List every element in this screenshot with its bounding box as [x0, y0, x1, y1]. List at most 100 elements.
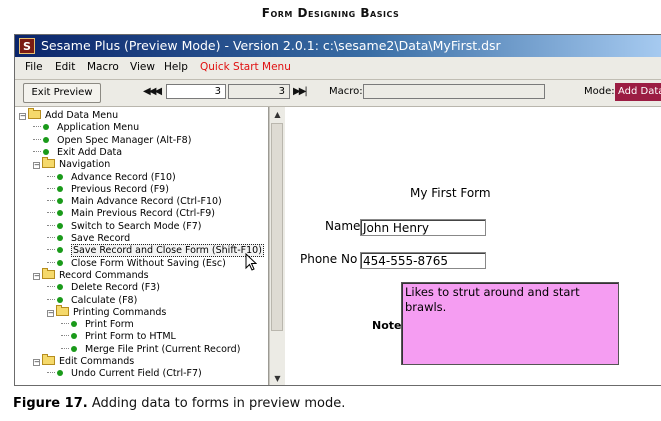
tree-connector	[47, 212, 55, 214]
bullet-icon	[43, 136, 49, 143]
tree-item[interactable]: Save Record and Close Form (Shift-F10)	[47, 244, 264, 258]
tree-connector	[47, 200, 55, 202]
bullet-icon	[57, 222, 63, 229]
tree-connector	[33, 126, 41, 128]
bullet-icon	[43, 148, 49, 155]
menu-quick-start[interactable]: Quick Start Menu	[200, 61, 291, 73]
tree-item[interactable]: Merge File Print (Current Record)	[61, 344, 240, 356]
tree-item[interactable]: Application Menu	[33, 122, 139, 134]
tree-scrollbar[interactable]: ▲ ▼	[269, 107, 285, 385]
title-bar[interactable]: S Sesame Plus (Preview Mode) - Version 2…	[15, 35, 661, 57]
tree-item[interactable]: Close Form Without Saving (Esc)	[47, 258, 226, 270]
app-icon[interactable]: S	[19, 38, 35, 54]
quick-start-tree: − Add Data Menu Application Menu Open Spec …	[15, 107, 269, 385]
tree-folder[interactable]: − Record Commands	[33, 267, 149, 282]
collapse-icon[interactable]: −	[33, 272, 40, 280]
tree-connector	[61, 347, 69, 349]
tree-connector	[47, 237, 55, 238]
folder-icon	[42, 267, 55, 279]
menu-quick-start-label: Quick Start Menu	[200, 61, 291, 73]
menu-file[interactable]: File	[25, 61, 43, 73]
tree-connector	[47, 187, 55, 189]
menu-view[interactable]: View	[130, 61, 155, 73]
scroll-thumb[interactable]	[271, 123, 283, 331]
app-window: S Sesame Plus (Preview Mode) - Version 2…	[14, 34, 661, 386]
collapse-icon[interactable]: −	[47, 309, 54, 317]
current-record-field[interactable]: 3	[166, 84, 226, 99]
collapse-icon[interactable]: −	[19, 113, 26, 120]
bullet-icon	[57, 247, 63, 254]
tree-item-label: Printing Commands	[73, 306, 167, 318]
menu-file-label: File	[25, 61, 43, 73]
tree-item[interactable]: Delete Record (F3)	[47, 282, 160, 294]
tree-item[interactable]: Save Record	[47, 233, 130, 245]
exit-preview-button[interactable]: Exit Preview	[23, 83, 101, 103]
mode-label: Mode:	[584, 86, 615, 97]
collapse-icon[interactable]: −	[33, 162, 40, 170]
tree-item-label: Save Record and Close Form (Shift-F10)	[71, 244, 264, 258]
tree-item-label: Calculate (F8)	[71, 294, 138, 306]
window-title: Sesame Plus (Preview Mode) - Version 2.0…	[41, 38, 501, 53]
menu-macro[interactable]: Macro	[87, 61, 119, 73]
menu-help[interactable]: Help	[164, 61, 188, 73]
tree-item[interactable]: Advance Record (F10)	[47, 172, 176, 184]
tree-item[interactable]: Print Form	[61, 319, 134, 331]
name-field[interactable]: John Henry	[360, 219, 486, 236]
macro-field[interactable]	[363, 84, 545, 99]
scroll-up-icon[interactable]: ▲	[272, 109, 283, 120]
folder-icon	[28, 108, 41, 119]
figure-caption: Figure 17. Adding data to forms in previ…	[13, 396, 345, 411]
caption-text: Adding data to forms in preview mode.	[87, 396, 346, 411]
name-label: Name	[325, 219, 361, 233]
bullet-icon	[57, 370, 63, 377]
tree-item-label: Main Advance Record (Ctrl-F10)	[71, 196, 222, 208]
bullet-icon	[71, 333, 77, 340]
phone-field[interactable]: 454-555-8765	[360, 252, 486, 269]
first-previous-record-icon[interactable]: ◀◀◀	[143, 86, 162, 97]
form-title: My First Form	[410, 186, 491, 200]
menu-edit[interactable]: Edit	[55, 61, 75, 73]
tree-connector	[47, 224, 55, 226]
menu-bar: File Edit Macro View Help Quick Start Me…	[15, 57, 661, 80]
tree-connector	[61, 335, 69, 337]
tree-item[interactable]: Main Previous Record (Ctrl-F9)	[47, 208, 215, 220]
tree-item[interactable]: Previous Record (F9)	[47, 184, 169, 196]
notes-field[interactable]: Likes to strut around and start brawls.	[401, 282, 619, 365]
folder-icon	[56, 304, 69, 316]
tree-item-label: Application Menu	[57, 122, 140, 134]
scroll-down-icon[interactable]: ▼	[272, 373, 283, 384]
bullet-icon	[57, 185, 63, 192]
tree-connector	[33, 150, 41, 152]
bullet-icon	[57, 198, 63, 205]
tree-item-label: Close Form Without Saving (Esc)	[71, 257, 226, 269]
menu-edit-label: Edit	[55, 61, 76, 73]
toolbar: Exit Preview ◀◀◀ 3 3 ▶▶| Macro: Mode: Ad…	[15, 80, 661, 107]
figure-number: Figure 17.	[13, 396, 88, 411]
tree-folder[interactable]: − Edit Commands	[33, 354, 135, 368]
tree-item-label: Add Data Menu	[45, 110, 119, 121]
tree-connector	[47, 249, 55, 251]
tree-item[interactable]: Switch to Search Mode (F7)	[47, 221, 201, 233]
collapse-icon[interactable]: −	[33, 359, 40, 366]
tree-item-label: Advance Record (F10)	[71, 171, 176, 183]
tree-item[interactable]: Undo Current Field (Ctrl-F7)	[47, 368, 202, 380]
bullet-icon	[43, 124, 49, 131]
macro-label: Macro:	[329, 86, 363, 97]
tree-folder[interactable]: − Printing Commands	[47, 304, 167, 319]
next-last-record-icon[interactable]: ▶▶|	[293, 86, 308, 97]
form-preview: My First Form Name John Henry Phone No 4…	[285, 107, 661, 385]
tree-item-label: Save Record	[71, 233, 131, 244]
record-count-field: 3	[228, 84, 290, 99]
tree-folder[interactable]: − Add Data Menu	[19, 108, 119, 122]
tree-item[interactable]: Open Spec Manager (Alt-F8)	[33, 135, 191, 147]
tree-folder[interactable]: − Navigation	[33, 157, 110, 171]
tree-item-label: Previous Record (F9)	[71, 183, 169, 195]
tree-item-label: Edit Commands	[59, 356, 135, 367]
folder-icon	[42, 157, 55, 169]
tree-connector	[47, 175, 55, 177]
tree-item-label: Undo Current Field (Ctrl-F7)	[71, 368, 202, 380]
tree-item[interactable]: Main Advance Record (Ctrl-F10)	[47, 196, 222, 208]
tree-item[interactable]: Print Form to HTML	[61, 331, 176, 343]
menu-view-label: View	[130, 61, 155, 73]
bullet-icon	[71, 321, 77, 328]
